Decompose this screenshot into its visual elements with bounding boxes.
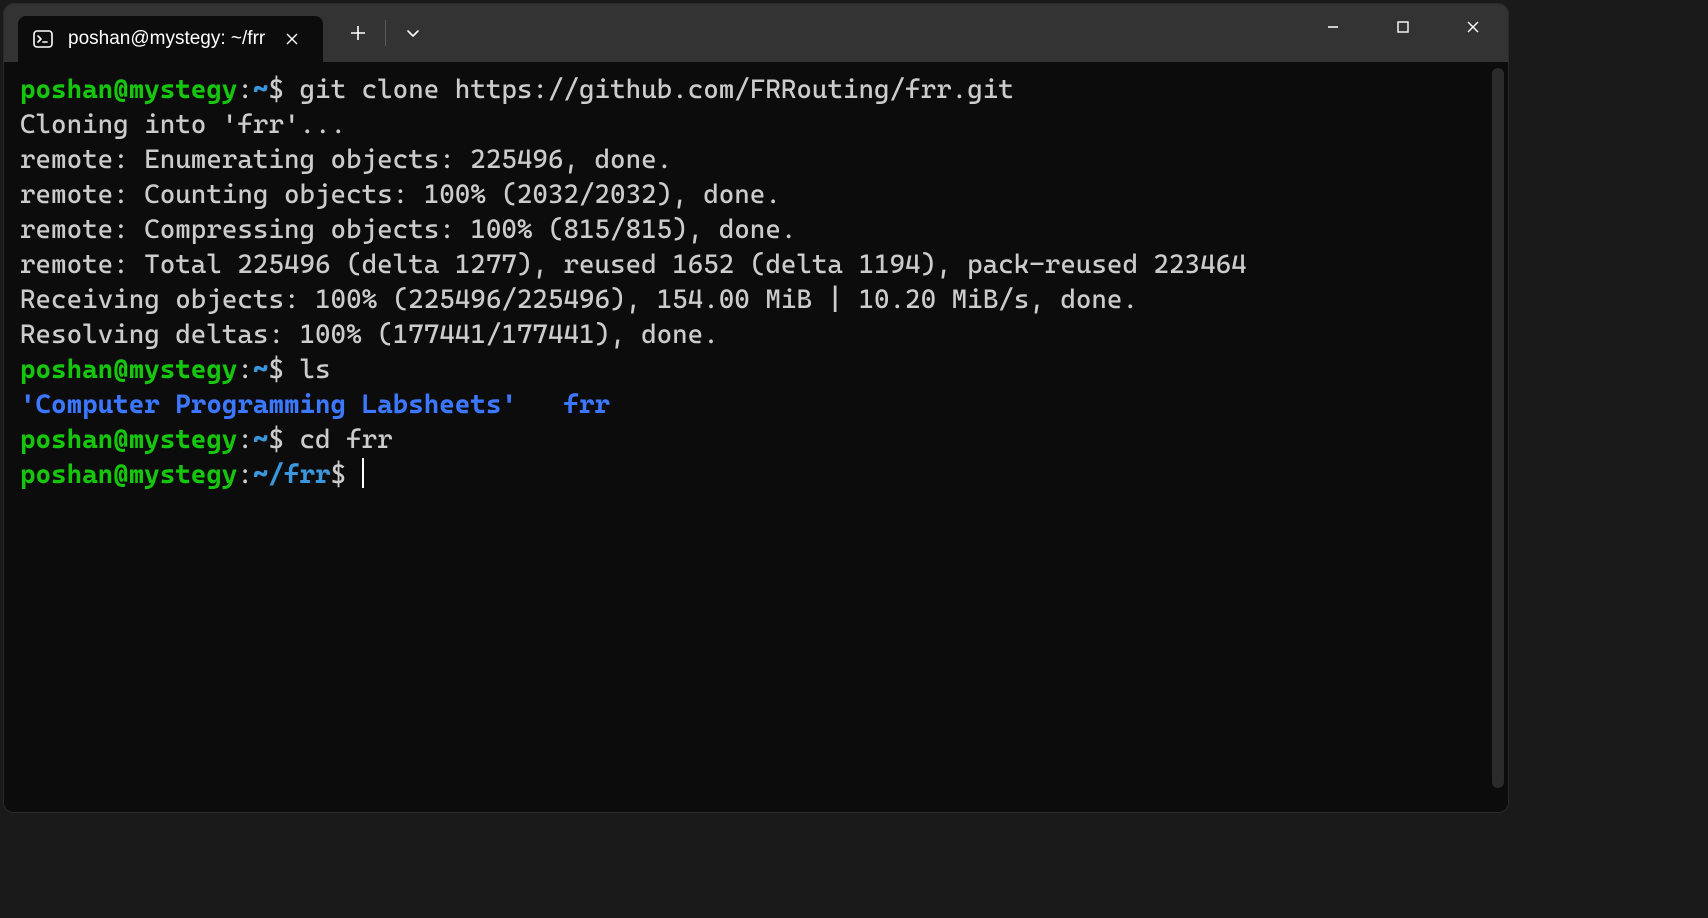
prompt-colon: : [237, 424, 253, 455]
prompt-user-host: poshan@mystegy [20, 424, 237, 455]
cursor [362, 458, 364, 488]
divider [385, 20, 386, 46]
maximize-button[interactable] [1368, 4, 1438, 50]
window-controls [1298, 4, 1508, 50]
terminal-profile-icon [32, 28, 54, 50]
prompt-symbol: $ [268, 354, 299, 385]
prompt-symbol: $ [268, 424, 299, 455]
tab-close-button[interactable] [279, 26, 305, 52]
prompt-user-host: poshan@mystegy [20, 459, 237, 490]
terminal-line: Cloning into 'frr'... [20, 107, 1492, 142]
terminal-line: Receiving objects: 100% (225496/225496),… [20, 282, 1492, 317]
terminal-output[interactable]: poshan@mystegy:~$ git clone https://gith… [4, 62, 1508, 812]
prompt-symbol: $ [268, 74, 299, 105]
ls-directory: 'Computer Programming Labsheets' [20, 389, 517, 420]
prompt-colon: : [237, 74, 253, 105]
tab-dropdown-button[interactable] [388, 10, 438, 56]
output-text: remote: Total 225496 (delta 1277), reuse… [20, 249, 1247, 280]
prompt-path: ~ [253, 424, 269, 455]
terminal-line: poshan@mystegy:~$ cd frr [20, 422, 1492, 457]
prompt-path: ~ [253, 354, 269, 385]
terminal-line: poshan@mystegy:~$ git clone https://gith… [20, 72, 1492, 107]
prompt-user-host: poshan@mystegy [20, 354, 237, 385]
prompt-user-host: poshan@mystegy [20, 74, 237, 105]
terminal-line: poshan@mystegy:~$ ls [20, 352, 1492, 387]
prompt-colon: : [237, 354, 253, 385]
prompt-path: ~ [253, 74, 269, 105]
output-text: Receiving objects: 100% (225496/225496),… [20, 284, 1138, 315]
terminal-line: Resolving deltas: 100% (177441/177441), … [20, 317, 1492, 352]
prompt-path: ~/frr [253, 459, 331, 490]
terminal-line: remote: Total 225496 (delta 1277), reuse… [20, 247, 1492, 282]
new-tab-button[interactable] [333, 10, 383, 56]
ls-separator [517, 389, 564, 420]
scrollbar[interactable] [1492, 68, 1504, 788]
prompt-symbol: $ [331, 459, 362, 490]
minimize-button[interactable] [1298, 4, 1368, 50]
title-bar: poshan@mystegy: ~/frr [4, 4, 1508, 62]
command-text: ls [300, 354, 331, 385]
terminal-line: 'Computer Programming Labsheets' frr [20, 387, 1492, 422]
output-text: remote: Compressing objects: 100% (815/8… [20, 214, 796, 245]
terminal-line: remote: Compressing objects: 100% (815/8… [20, 212, 1492, 247]
ls-directory: frr [563, 389, 610, 420]
terminal-window: poshan@mystegy: ~/frr [4, 4, 1508, 812]
output-text: Resolving deltas: 100% (177441/177441), … [20, 319, 719, 350]
prompt-colon: : [237, 459, 253, 490]
command-text: git clone https://github.com/FRRouting/f… [300, 74, 1014, 105]
tab-title: poshan@mystegy: ~/frr [68, 28, 265, 50]
output-text: remote: Counting objects: 100% (2032/203… [20, 179, 781, 210]
terminal-line: remote: Enumerating objects: 225496, don… [20, 142, 1492, 177]
output-text: remote: Enumerating objects: 225496, don… [20, 144, 672, 175]
terminal-line: poshan@mystegy:~/frr$ [20, 457, 1492, 492]
tab-strip: poshan@mystegy: ~/frr [4, 4, 323, 62]
tab-active[interactable]: poshan@mystegy: ~/frr [18, 16, 323, 62]
tab-actions [323, 4, 438, 62]
terminal-line: remote: Counting objects: 100% (2032/203… [20, 177, 1492, 212]
command-text: cd frr [300, 424, 393, 455]
output-text: Cloning into 'frr'... [20, 109, 346, 140]
close-window-button[interactable] [1438, 4, 1508, 50]
